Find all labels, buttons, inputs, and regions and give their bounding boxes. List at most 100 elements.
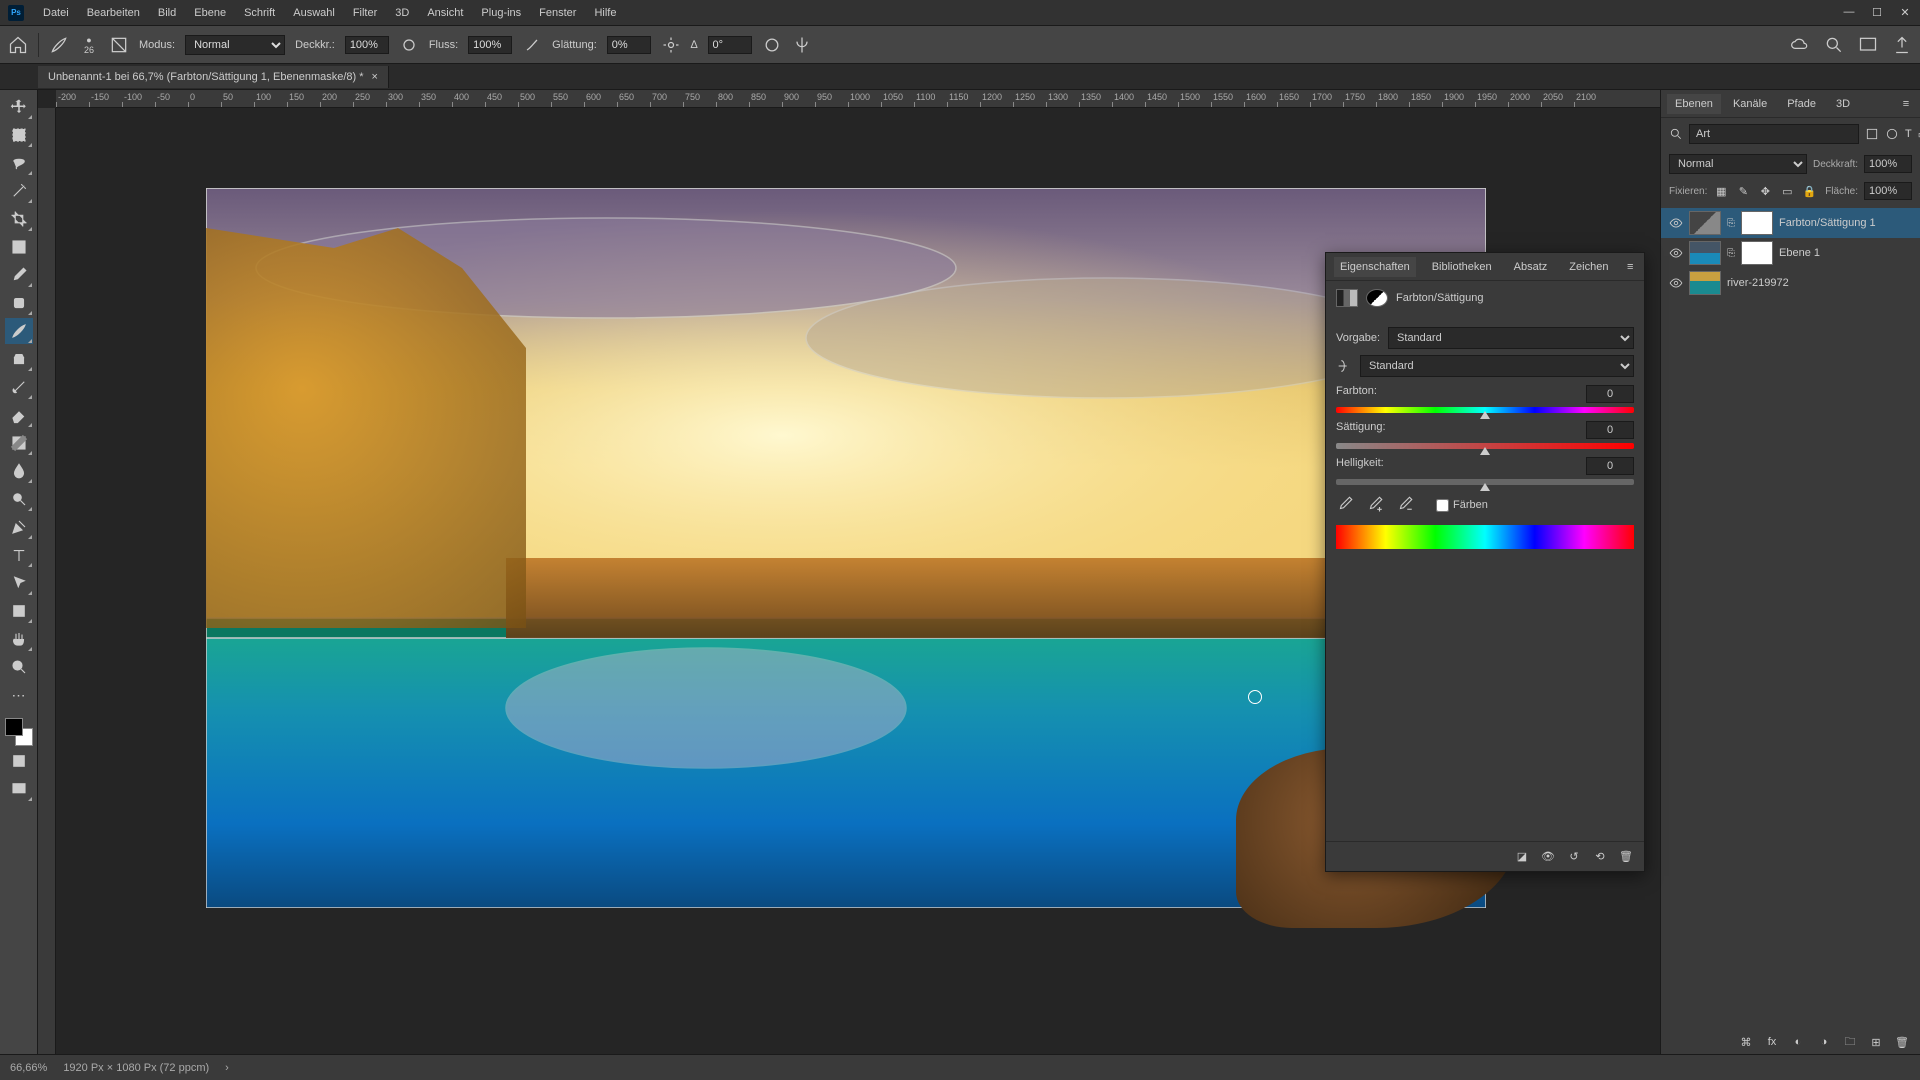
- clip-to-layer-icon[interactable]: ◪: [1514, 849, 1530, 865]
- share-icon[interactable]: [1892, 35, 1912, 55]
- link-icon[interactable]: ⎘: [1727, 248, 1735, 259]
- menu-datei[interactable]: Datei: [34, 3, 78, 23]
- menu-filter[interactable]: Filter: [344, 3, 386, 23]
- lightness-input[interactable]: [1586, 457, 1634, 475]
- opacity-input[interactable]: [345, 36, 389, 54]
- link-icon[interactable]: ⎘: [1727, 218, 1735, 229]
- blend-mode-select[interactable]: Normal: [185, 35, 285, 55]
- document-tab[interactable]: Unbenannt-1 bei 66,7% (Farbton/Sättigung…: [38, 66, 389, 88]
- slider-handle-icon[interactable]: [1480, 483, 1490, 491]
- filter-adjust-icon[interactable]: [1885, 126, 1899, 142]
- window-minimize-icon[interactable]: —: [1842, 6, 1856, 19]
- new-layer-icon[interactable]: ⊞: [1868, 1034, 1884, 1050]
- frame-tool[interactable]: [5, 234, 33, 260]
- delete-adjustment-icon[interactable]: 🗑: [1618, 849, 1634, 865]
- tab-pfade[interactable]: Pfade: [1779, 94, 1824, 114]
- hand-tool[interactable]: [5, 626, 33, 652]
- crop-tool[interactable]: [5, 206, 33, 232]
- flow-input[interactable]: [468, 36, 512, 54]
- angle-input[interactable]: [708, 36, 752, 54]
- layer-name[interactable]: Farbton/Sättigung 1: [1779, 217, 1876, 229]
- screen-mode-icon[interactable]: [5, 776, 33, 802]
- menu-bearbeiten[interactable]: Bearbeiten: [78, 3, 149, 23]
- new-adjustment-icon[interactable]: ◑: [1816, 1034, 1832, 1050]
- layer-thumb-icon[interactable]: [1689, 271, 1721, 295]
- mask-type-icon[interactable]: [1366, 289, 1388, 307]
- layer-name[interactable]: Ebene 1: [1779, 247, 1820, 259]
- menu-auswahl[interactable]: Auswahl: [284, 3, 344, 23]
- window-maximize-icon[interactable]: ☐: [1870, 6, 1884, 19]
- ruler-horizontal[interactable]: -200-150-100-500501001502002503003504004…: [56, 90, 1660, 108]
- lightness-slider[interactable]: [1336, 479, 1634, 485]
- layer-opacity-input[interactable]: [1864, 155, 1912, 173]
- saturation-input[interactable]: [1586, 421, 1634, 439]
- reset-previous-icon[interactable]: ↺: [1566, 849, 1582, 865]
- lock-all-icon[interactable]: 🔒: [1801, 183, 1817, 199]
- panel-menu-icon[interactable]: ≡: [1898, 96, 1914, 112]
- layer-name[interactable]: river-219972: [1727, 277, 1789, 289]
- mask-thumb-icon[interactable]: [1741, 241, 1773, 265]
- layer-thumb-icon[interactable]: [1689, 241, 1721, 265]
- channel-select[interactable]: Standard: [1360, 355, 1634, 377]
- hue-slider[interactable]: [1336, 407, 1634, 413]
- layer-row[interactable]: ⎘ Farbton/Sättigung 1: [1661, 208, 1920, 238]
- brush-preset-picker[interactable]: ●26: [79, 35, 99, 55]
- smoothing-input[interactable]: [607, 36, 651, 54]
- add-mask-icon[interactable]: ◐: [1790, 1034, 1806, 1050]
- slider-handle-icon[interactable]: [1480, 411, 1490, 419]
- layer-row[interactable]: ⎘ Ebene 1: [1661, 238, 1920, 268]
- colorize-checkbox[interactable]: Färben: [1436, 499, 1488, 512]
- targeted-adjust-icon[interactable]: [1336, 358, 1352, 374]
- window-close-icon[interactable]: ✕: [1898, 6, 1912, 19]
- menu-schrift[interactable]: Schrift: [235, 3, 284, 23]
- layer-blend-select[interactable]: Normal: [1669, 154, 1807, 174]
- menu-hilfe[interactable]: Hilfe: [585, 3, 625, 23]
- hue-input[interactable]: [1586, 385, 1634, 403]
- preset-select[interactable]: Standard: [1388, 327, 1634, 349]
- path-select-tool[interactable]: [5, 570, 33, 596]
- layer-filter-input[interactable]: [1689, 124, 1859, 144]
- healing-brush-tool[interactable]: [5, 290, 33, 316]
- status-arrow-icon[interactable]: ›: [225, 1062, 229, 1074]
- type-tool[interactable]: [5, 542, 33, 568]
- document-info[interactable]: 1920 Px × 1080 Px (72 ppcm): [63, 1062, 209, 1074]
- tab-absatz[interactable]: Absatz: [1508, 257, 1554, 277]
- visibility-icon[interactable]: [1669, 246, 1683, 260]
- marquee-tool[interactable]: [5, 122, 33, 148]
- mask-thumb-icon[interactable]: [1741, 211, 1773, 235]
- menu-3d[interactable]: 3D: [386, 3, 418, 23]
- zoom-tool[interactable]: [5, 654, 33, 680]
- eyedropper-add-icon[interactable]: [1366, 495, 1386, 515]
- blur-tool[interactable]: [5, 458, 33, 484]
- brush-tool-icon[interactable]: [49, 35, 69, 55]
- new-group-icon[interactable]: 🗀: [1842, 1034, 1858, 1050]
- eraser-tool[interactable]: [5, 402, 33, 428]
- layer-fill-input[interactable]: [1864, 182, 1912, 200]
- shape-tool[interactable]: [5, 598, 33, 624]
- eyedropper-subtract-icon[interactable]: [1396, 495, 1416, 515]
- clone-stamp-tool[interactable]: [5, 346, 33, 372]
- menu-fenster[interactable]: Fenster: [530, 3, 585, 23]
- home-icon[interactable]: [8, 35, 28, 55]
- menu-bild[interactable]: Bild: [149, 3, 185, 23]
- color-swatches[interactable]: [5, 718, 33, 746]
- tab-zeichen[interactable]: Zeichen: [1563, 257, 1614, 277]
- layer-row[interactable]: river-219972: [1661, 268, 1920, 298]
- pen-tool[interactable]: [5, 514, 33, 540]
- lasso-tool[interactable]: [5, 150, 33, 176]
- history-brush-tool[interactable]: [5, 374, 33, 400]
- brush-tool[interactable]: [5, 318, 33, 344]
- panel-menu-icon[interactable]: ≡: [1624, 259, 1636, 275]
- lock-artboard-icon[interactable]: ▭: [1779, 183, 1795, 199]
- layer-fx-icon[interactable]: fx: [1764, 1034, 1780, 1050]
- tab-kanaele[interactable]: Kanäle: [1725, 94, 1775, 114]
- lock-position-icon[interactable]: ✥: [1757, 183, 1773, 199]
- tab-ebenen[interactable]: Ebenen: [1667, 94, 1721, 114]
- eyedropper-tool[interactable]: [5, 262, 33, 288]
- close-tab-icon[interactable]: ×: [372, 71, 378, 83]
- opacity-pressure-icon[interactable]: [399, 35, 419, 55]
- adjustment-thumb-icon[interactable]: [1689, 211, 1721, 235]
- airbrush-icon[interactable]: [522, 35, 542, 55]
- tab-bibliotheken[interactable]: Bibliotheken: [1426, 257, 1498, 277]
- visibility-icon[interactable]: [1669, 216, 1683, 230]
